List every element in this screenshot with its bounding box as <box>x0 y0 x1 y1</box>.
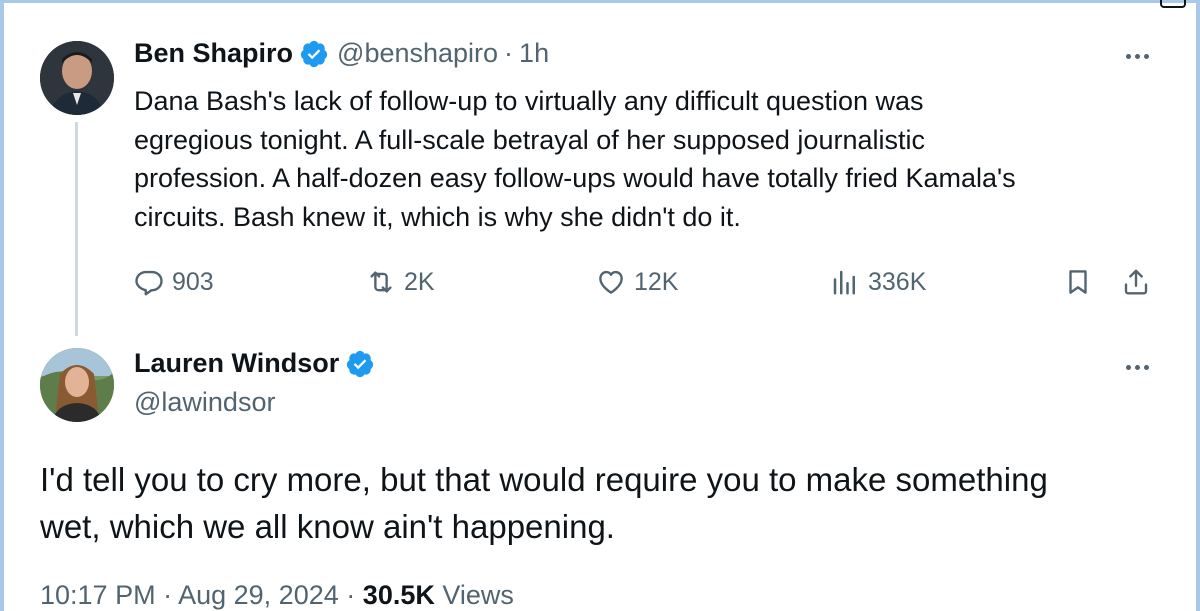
handle[interactable]: @lawindsor <box>134 387 275 418</box>
separator-dot: · <box>346 580 356 610</box>
tweet-text-line: profession. A half-dozen easy follow-ups… <box>134 163 1016 193</box>
thread-connector <box>75 122 78 336</box>
tweet-meta: 10:17 PM · Aug 29, 2024 · 30.5K Views <box>40 580 514 611</box>
reply-count: 903 <box>172 267 214 296</box>
handle[interactable]: @benshapiro <box>337 38 498 69</box>
more-icon[interactable] <box>1117 355 1157 379</box>
avatar[interactable] <box>40 41 114 115</box>
tweet-text-line: circuits. Bash knew it, which is why she… <box>134 201 741 232</box>
verified-badge-icon <box>347 350 374 377</box>
like-button[interactable]: 12K <box>596 262 678 302</box>
display-name[interactable]: Lauren Windsor <box>134 348 339 379</box>
tweet-header: Lauren Windsor <box>134 348 383 379</box>
tweet-text: Dana Bash's lack of follow-up to virtual… <box>134 82 1174 236</box>
tweet-text-line: I'd tell you to cry more, but that would… <box>40 461 1048 498</box>
repost-count: 2K <box>404 267 435 296</box>
retweet-icon <box>370 271 392 293</box>
views-label: Views <box>442 580 514 610</box>
tweet-text-line: egregious tonight. A full-scale betrayal… <box>134 124 925 155</box>
separator-dot: · <box>504 38 514 68</box>
views-count: 336K <box>868 267 927 296</box>
post-date[interactable]: Aug 29, 2024 <box>178 580 339 610</box>
post-time[interactable]: 10:17 PM <box>40 580 156 610</box>
tweet-text-line: Dana Bash's lack of follow-up to virtual… <box>134 86 924 116</box>
views-total: 30.5K <box>362 580 435 610</box>
tweet-actions: 903 2K 12K 336K <box>134 262 1164 302</box>
views-button[interactable]: 336K <box>830 262 926 302</box>
bookmark-edge-icon <box>1160 0 1186 8</box>
more-icon[interactable] <box>1117 44 1157 68</box>
bookmark-icon <box>1069 270 1087 294</box>
views-icon <box>833 270 855 295</box>
separator-dot: · <box>163 580 173 610</box>
tweet-header: Ben Shapiro @benshapiro · 1h <box>134 38 549 69</box>
like-icon <box>599 270 623 294</box>
share-button[interactable] <box>1121 262 1151 302</box>
repost-button[interactable]: 2K <box>366 262 435 302</box>
display-name[interactable]: Ben Shapiro <box>134 38 293 69</box>
reply-icon <box>135 270 163 296</box>
timestamp[interactable]: 1h <box>519 38 549 69</box>
tweet-text-line: wet, which we all know ain't happening. <box>40 508 615 545</box>
bookmark-button[interactable] <box>1063 262 1093 302</box>
reply-button[interactable]: 903 <box>134 262 214 302</box>
like-count: 12K <box>634 267 679 296</box>
share-icon <box>1124 269 1148 295</box>
verified-badge-icon <box>300 40 328 67</box>
tweet-text: I'd tell you to cry more, but that would… <box>40 456 1160 550</box>
avatar[interactable] <box>40 348 114 422</box>
